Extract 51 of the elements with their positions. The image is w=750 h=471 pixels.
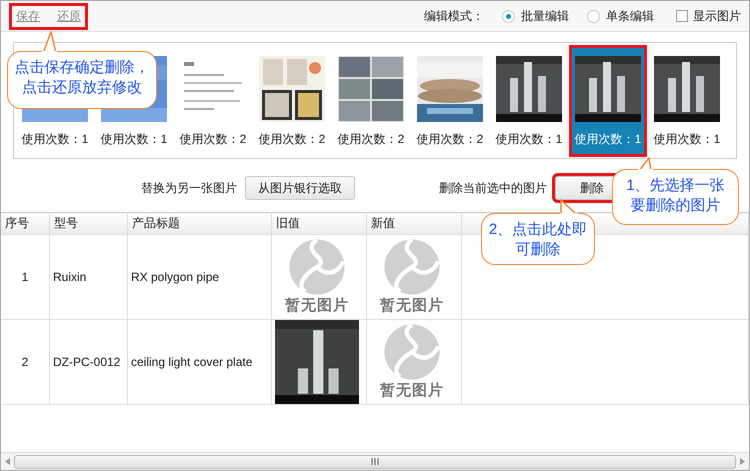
checkbox-label: 显示图片 <box>693 8 741 24</box>
callout-pointer <box>559 199 579 215</box>
delete-label: 删除当前选中的图片 <box>439 180 547 196</box>
usage-count: 使用次数：1 <box>654 131 720 148</box>
mode-label: 编辑模式： <box>424 8 484 24</box>
placeholder-logo-icon <box>288 238 346 296</box>
scroll-left-icon[interactable] <box>5 458 10 465</box>
column-header: 旧值 <box>272 212 366 234</box>
usage-count: 使用次数：2 <box>416 131 484 148</box>
placeholder-text: 暂无图片 <box>380 381 444 400</box>
thumbnail[interactable]: 使用次数：1 <box>569 45 647 157</box>
table-cell: 1 <box>1 234 50 320</box>
thumbnail[interactable]: 使用次数：1 <box>490 45 568 157</box>
table-cell: Ruixin <box>50 234 128 320</box>
callout-tooltip: 1、先选择一张 要删除的图片 <box>612 169 739 225</box>
callout-pointer <box>637 157 653 171</box>
placeholder-logo-icon <box>383 238 441 296</box>
scroll-right-icon[interactable] <box>740 458 745 465</box>
usage-count: 使用次数：2 <box>338 131 404 148</box>
column-header: 新值 <box>366 212 462 234</box>
thumbnail[interactable]: 使用次数：2 <box>174 45 252 157</box>
column-header: 产品标题 <box>128 212 272 234</box>
column-header: 型号 <box>50 212 128 234</box>
usage-count: 使用次数：2 <box>180 131 246 148</box>
placeholder-text: 暂无图片 <box>380 296 444 315</box>
radio-button[interactable] <box>587 10 600 22</box>
callout-tooltip: 2、点击此处即 可删除 <box>481 213 595 265</box>
radio-button[interactable] <box>502 10 515 22</box>
thumbnail[interactable]: 使用次数：2 <box>253 45 331 157</box>
replace-label: 替换为另一张图片 <box>141 180 237 196</box>
placeholder-logo-icon <box>383 323 441 381</box>
usage-count: 使用次数：1 <box>574 131 642 148</box>
thumbnail[interactable]: 使用次数：2 <box>411 45 489 157</box>
scrollbar-thumb[interactable] <box>14 454 736 468</box>
callout-tooltip: 点击保存确定删除， 点击还原放弃修改 <box>7 51 157 109</box>
placeholder-text: 暂无图片 <box>285 296 349 315</box>
usage-count: 使用次数：1 <box>22 131 88 148</box>
checkbox[interactable] <box>676 10 688 22</box>
column-header: 序号 <box>1 212 50 234</box>
table-cell: 2 <box>1 320 50 404</box>
usage-count: 使用次数：1 <box>496 131 562 148</box>
table-cell: RX polygon pipe <box>128 234 272 320</box>
radio-label: 单条编辑 <box>606 8 654 24</box>
thumbnail[interactable]: 使用次数：2 <box>332 45 410 157</box>
table-cell: ceiling light cover plate <box>128 320 272 404</box>
usage-count: 使用次数：1 <box>100 131 168 148</box>
thumbnail[interactable]: 使用次数：1 <box>648 45 726 157</box>
table-cell: DZ-PC-0012 <box>50 320 128 404</box>
radio-label: 批量编辑 <box>521 8 569 24</box>
usage-count: 使用次数：2 <box>258 131 326 148</box>
pick-from-bank-button[interactable]: 从图片银行选取 <box>245 176 355 200</box>
